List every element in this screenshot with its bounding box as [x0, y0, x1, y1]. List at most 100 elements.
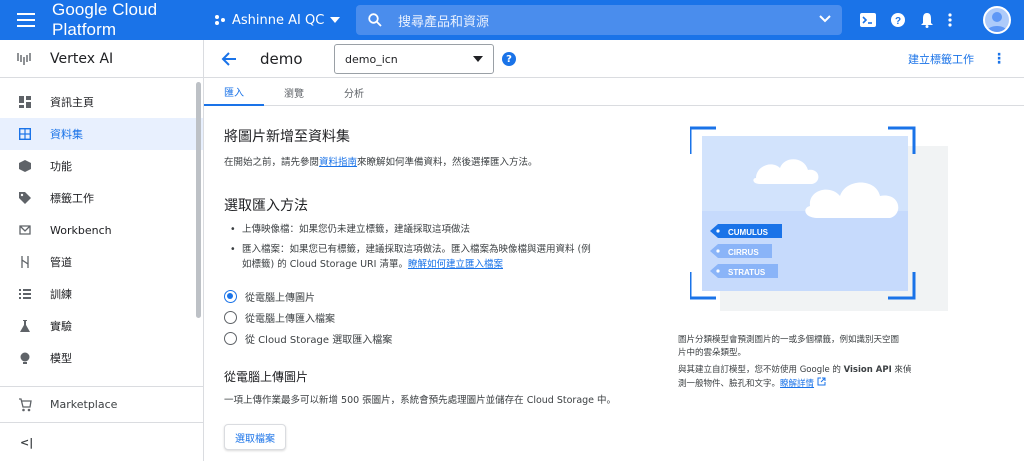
sidebar-item-pipelines[interactable]: 管道 [0, 246, 203, 278]
sidebar-item-label: 資料集 [50, 128, 83, 141]
open-in-new-icon [817, 377, 826, 386]
training-icon [0, 288, 50, 300]
features-icon [0, 160, 50, 172]
radio-upload-images[interactable]: 從電腦上傳圖片 [224, 286, 392, 307]
bullet2-line1: 匯入檔案：如果您已有標籤，建議採取這項做法。匯入檔案為映像檔與選用資料 (例 [242, 244, 591, 255]
project-name: Ashinne AI QC [232, 12, 325, 28]
sidebar-item-label: 資訊主頁 [50, 96, 94, 109]
desc-line3: 與其建立自訂模型，您不妨使用 Google 的 Vision API 來偵 [678, 364, 968, 377]
desc-line3-prefix: 與其建立自訂模型，您不妨使用 Google 的 [678, 365, 844, 375]
intro-suffix: 來瞭解如何準備資料，然後選擇匯入方法。 [357, 157, 538, 168]
sidebar-item-label: 實驗 [50, 320, 72, 333]
sidebar-item-datasets[interactable]: 資料集 [0, 118, 203, 150]
models-icon [0, 352, 50, 364]
tab-bar: 匯入 瀏覽 分析 [204, 78, 1024, 106]
notifications-icon[interactable] [920, 12, 934, 28]
help-circle-icon[interactable]: ? [502, 52, 516, 66]
project-selector[interactable]: Ashinne AI QC [214, 13, 352, 28]
sidebar-item-training[interactable]: 訓練 [0, 278, 203, 310]
sidebar-item-label: 模型 [50, 352, 72, 365]
page-title: demo [260, 50, 303, 68]
tag-cirrus: CIRRUS [710, 244, 772, 258]
experiments-icon [0, 320, 50, 332]
list-item: 匯入檔案：如果您已有標籤，建議採取這項做法。匯入檔案為映像檔與選用資料 (例 如… [230, 242, 650, 272]
data-guide-link[interactable]: 資料指南 [319, 157, 357, 168]
page-header: demo demo_icn ? 建立標籤工作 ⋮ [204, 40, 1024, 78]
create-labeling-task-button[interactable]: 建立標籤工作 [908, 51, 974, 67]
search-placeholder: 搜尋產品和資源 [398, 14, 490, 30]
cloud-shell-icon[interactable] [860, 13, 876, 27]
radio-unchecked-icon [224, 311, 237, 324]
help-icon[interactable]: ? [890, 12, 906, 28]
menu-icon[interactable] [0, 0, 52, 40]
desc-line4-prefix: 測一般物件、臉孔和文字。 [678, 379, 781, 389]
select-files-button[interactable]: 選取檔案 [224, 424, 286, 450]
product-title: Vertex AI [50, 51, 114, 67]
sidebar-item-label: 功能 [50, 160, 72, 173]
method-list: 上傳映像檔：如果您仍未建立標籤，建議採取這項做法 匯入檔案：如果您已有標籤，建議… [230, 222, 650, 277]
marketplace-icon [0, 397, 50, 412]
radio-unchecked-icon [224, 332, 237, 345]
dropdown-arrow-icon [473, 56, 483, 62]
cloud-classification-illustration: CUMULUS CIRRUS STRATUS [690, 126, 948, 311]
sidebar-scrollbar[interactable] [196, 82, 201, 318]
pipelines-icon [0, 256, 50, 268]
radio-label: 從電腦上傳圖片 [245, 293, 315, 304]
sidebar-item-label: 管道 [50, 256, 72, 269]
section-heading: 將圖片新增至資料集 [224, 129, 350, 145]
more-vert-icon[interactable] [948, 13, 952, 27]
back-arrow-icon[interactable] [220, 49, 240, 69]
product-header: Vertex AI [0, 40, 204, 78]
sidebar-item-features[interactable]: 功能 [0, 150, 203, 182]
label-icon [0, 192, 50, 204]
tag-cumulus: CUMULUS [710, 224, 782, 238]
sidebar-item-models[interactable]: 模型 [0, 342, 203, 374]
collapse-icon: <| [20, 435, 34, 449]
sidebar-item-workbench[interactable]: Workbench [0, 214, 203, 246]
learn-more-link[interactable]: 瞭解詳情 [780, 379, 814, 389]
more-vert-icon[interactable]: ⋮ [992, 51, 1006, 67]
radio-label: 從電腦上傳匯入檔案 [245, 314, 335, 325]
tab-analyze[interactable]: 分析 [324, 78, 384, 106]
method-heading: 選取匯入方法 [224, 198, 308, 214]
sidebar-item-label: 標籤工作 [50, 192, 94, 205]
model-description: 圖片分類模型會預測圖片的一或多個標籤，例如識別天空圖 片中的雲朵類型。 與其建立… [678, 334, 968, 391]
search-bar[interactable]: 搜尋產品和資源 [356, 5, 842, 35]
tag-label: STRATUS [728, 268, 766, 277]
dataset-select[interactable]: demo_icn [334, 44, 494, 74]
search-icon [368, 13, 382, 27]
tab-import[interactable]: 匯入 [204, 78, 264, 106]
sidebar-item-dashboard[interactable]: 資訊主頁 [0, 86, 203, 118]
dropdown-arrow-icon [330, 17, 341, 23]
dataset-select-value: demo_icn [345, 52, 398, 66]
vision-api-text: Vision API [843, 365, 892, 375]
import-panel: 將圖片新增至資料集 在開始之前，請先參閱資料指南來瞭解如何準備資料，然後選擇匯入… [224, 106, 664, 461]
svg-text:?: ? [895, 16, 901, 27]
chevron-down-icon[interactable] [818, 12, 832, 26]
sidebar-item-experiments[interactable]: 實驗 [0, 310, 203, 342]
brand-title[interactable]: Google Cloud Platform [52, 0, 214, 40]
avatar[interactable] [983, 6, 1011, 34]
sidebar-item-labeling-tasks[interactable]: 標籤工作 [0, 182, 203, 214]
radio-cloud-storage[interactable]: 從 Cloud Storage 選取匯入檔案 [224, 328, 392, 349]
tag-label: CUMULUS [728, 228, 769, 237]
upload-text: 一項上傳作業最多可以新增 500 張圖片，系統會預先處理圖片並儲存在 Cloud… [224, 395, 617, 406]
radio-label: 從 Cloud Storage 選取匯入檔案 [245, 335, 393, 346]
desc-line4: 測一般物件、臉孔和文字。瞭解詳情 [678, 377, 968, 391]
sidebar-item-marketplace[interactable]: Marketplace [0, 386, 204, 422]
import-method-radio-group: 從電腦上傳圖片 從電腦上傳匯入檔案 從 Cloud Storage 選取匯入檔案 [224, 286, 392, 349]
bullet2-line2: 如標籤) 的 Cloud Storage URI 清單。 [242, 259, 408, 270]
tag-stratus: STRATUS [710, 264, 778, 278]
radio-upload-import-file[interactable]: 從電腦上傳匯入檔案 [224, 307, 392, 328]
vertex-ai-icon [17, 53, 31, 65]
collapse-sidebar-button[interactable]: <| [0, 422, 204, 461]
import-file-link[interactable]: 瞭解如何建立匯入檔案 [408, 259, 503, 270]
dataset-icon [0, 128, 50, 140]
desc-line1: 圖片分類模型會預測圖片的一或多個標籤，例如識別天空圖 [678, 335, 900, 345]
top-icons: ? [860, 0, 952, 40]
intro-prefix: 在開始之前，請先參閱 [224, 157, 320, 168]
tab-browse[interactable]: 瀏覽 [264, 78, 324, 106]
intro-text: 在開始之前，請先參閱資料指南來瞭解如何準備資料，然後選擇匯入方法。 [224, 154, 538, 168]
radio-checked-icon [224, 290, 237, 303]
upload-heading: 從電腦上傳圖片 [224, 370, 309, 384]
